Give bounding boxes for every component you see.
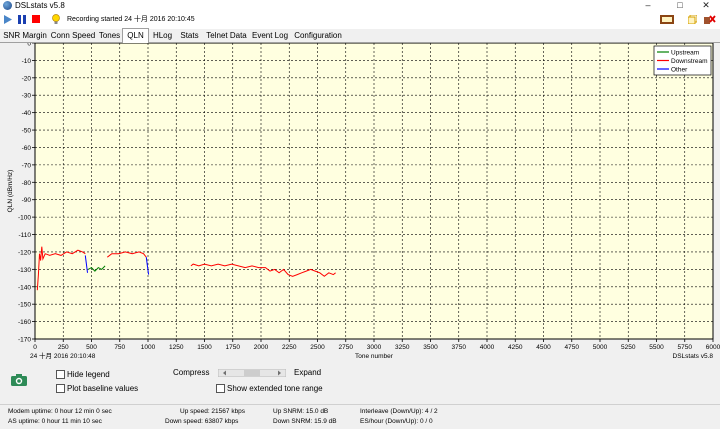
x-tick-label: 3750 [452,344,467,351]
recording-status: Recording started 24 十月 2016 20:10:45 [67,16,195,23]
x-tick-label: 2250 [282,344,297,351]
modem-uptime: Modem uptime: 0 hour 12 min 0 sec [8,408,112,415]
chart-controls: Hide legend Plot baseline values Compres… [0,361,720,404]
x-tick-label: 0 [33,344,37,351]
tab-qln[interactable]: QLN [122,28,149,43]
x-tick-label: 2500 [310,344,325,351]
show-extended-checkbox[interactable] [216,384,225,393]
x-tick-label: 5500 [649,344,664,351]
play-icon[interactable] [4,15,12,24]
show-extended-label: Show extended tone range [227,384,323,393]
tab-tones[interactable]: Tones [97,29,122,41]
window-title: DSLstats v5.8 [15,1,65,10]
y-tick-label: -150 [18,302,31,309]
x-tick-label: 1500 [197,344,212,351]
title-bar: DSLstats v5.8 – □ ✕ [0,0,720,11]
toolbar: Recording started 24 十月 2016 20:10:45 [0,11,720,29]
pause-icon[interactable] [18,15,26,24]
x-tick-label: 5000 [593,344,608,351]
x-tick-label: 1250 [169,344,184,351]
legend-label-upstream: Upstream [671,49,699,56]
y-tick-label: -160 [18,319,31,326]
chart-timestamp: 24 十月 2016 20:10:48 [30,351,96,360]
expand-label: Expand [294,368,322,377]
x-tick-label: 5750 [678,344,693,351]
compress-expand-slider[interactable] [217,368,287,378]
close-app-icon[interactable] [704,14,716,24]
down-snrm: Down SNRM: 15.9 dB [273,418,337,425]
x-tick-label: 3250 [395,344,410,351]
y-tick-label: 0 [27,43,31,48]
y-axis-label: QLN (dBm/Hz) [7,170,14,213]
x-tick-label: 3500 [423,344,438,351]
restore-icon[interactable] [687,14,698,25]
interleave: Interleave (Down/Up): 4 / 2 [360,408,438,415]
y-tick-label: -10 [22,58,32,65]
y-tick-label: -60 [22,145,32,152]
down-speed: Down speed: 63807 kbps [165,418,239,425]
y-tick-label: -120 [18,249,31,256]
tab-hlog[interactable]: HLog [150,29,175,41]
qln-chart-panel: 0 250 500 750 1000 1250 1500 1750 2000 2250 2500 27… [0,41,720,361]
dslstats-logo-icon[interactable] [660,14,674,24]
compress-label: Compress [173,368,210,377]
qln-chart: 0 250 500 750 1000 1250 1500 1750 2000 2250 2500 27… [7,41,720,361]
x-tick-label: 4500 [536,344,551,351]
x-tick-label: 500 [86,344,97,351]
camera-icon[interactable] [11,374,27,386]
tab-snr-margin[interactable]: SNR Margin [2,29,48,41]
y-tick-label: -170 [18,337,31,344]
x-tick-label: 3000 [367,344,382,351]
maximize-button[interactable]: □ [666,0,694,11]
y-tick-label: -90 [22,197,32,204]
stop-icon[interactable] [32,15,40,24]
y-tick-label: -30 [22,93,32,100]
y-tick-label: -70 [22,162,32,169]
tab-telnet-data[interactable]: Telnet Data [204,29,249,41]
y-tick-label: -80 [22,180,32,187]
up-speed: Up speed: 21567 kbps [180,408,246,415]
hide-legend-checkbox[interactable] [56,370,65,379]
x-tick-label: 250 [58,344,69,351]
y-tick-label: -140 [18,284,31,291]
y-tick-label: -130 [18,267,31,274]
tab-configuration[interactable]: Configuration [292,29,344,41]
x-axis-label: Tone number [355,353,394,360]
help-bulb-icon[interactable] [51,14,61,24]
hide-legend-label: Hide legend [67,370,110,379]
status-bar: Modem uptime: 0 hour 12 min 0 sec AS upt… [0,404,720,429]
x-tick-label: 1000 [141,344,156,351]
minimize-button[interactable]: – [634,0,662,11]
x-tick-label: 4000 [480,344,495,351]
x-tick-label: 5250 [621,344,636,351]
x-tick-label: 4250 [508,344,523,351]
up-snrm: Up SNRM: 15.0 dB [273,408,329,415]
x-tick-label: 2750 [339,344,354,351]
tab-stats[interactable]: Stats [177,29,202,41]
x-tick-label: 1750 [226,344,241,351]
as-uptime: AS uptime: 0 hour 11 min 10 sec [8,418,102,425]
app-icon [3,1,12,10]
legend-label-downstream: Downstream [671,58,707,65]
plot-baseline-label: Plot baseline values [67,384,139,393]
y-tick-label: -20 [22,75,32,82]
y-tick-label: -40 [22,110,32,117]
x-tick-label: 750 [114,344,125,351]
legend-label-other: Other [671,66,688,73]
x-tick-label: 4750 [565,344,580,351]
x-tick-label: 2000 [254,344,269,351]
tab-bar: SNR Margin Conn Speed Tones QLN HLog Sta… [0,28,720,43]
chart-watermark: DSLstats v5.8 [673,353,714,360]
y-tick-label: -100 [18,215,31,222]
x-tick-label: 6000 [706,344,720,351]
tab-event-log[interactable]: Event Log [250,29,290,41]
y-tick-label: -50 [22,128,32,135]
y-tick-label: -110 [18,232,31,239]
tab-conn-speed[interactable]: Conn Speed [49,29,97,41]
es-hour: ES/hour (Down/Up): 0 / 0 [360,418,433,425]
close-button[interactable]: ✕ [692,0,720,11]
plot-baseline-checkbox[interactable] [56,384,65,393]
